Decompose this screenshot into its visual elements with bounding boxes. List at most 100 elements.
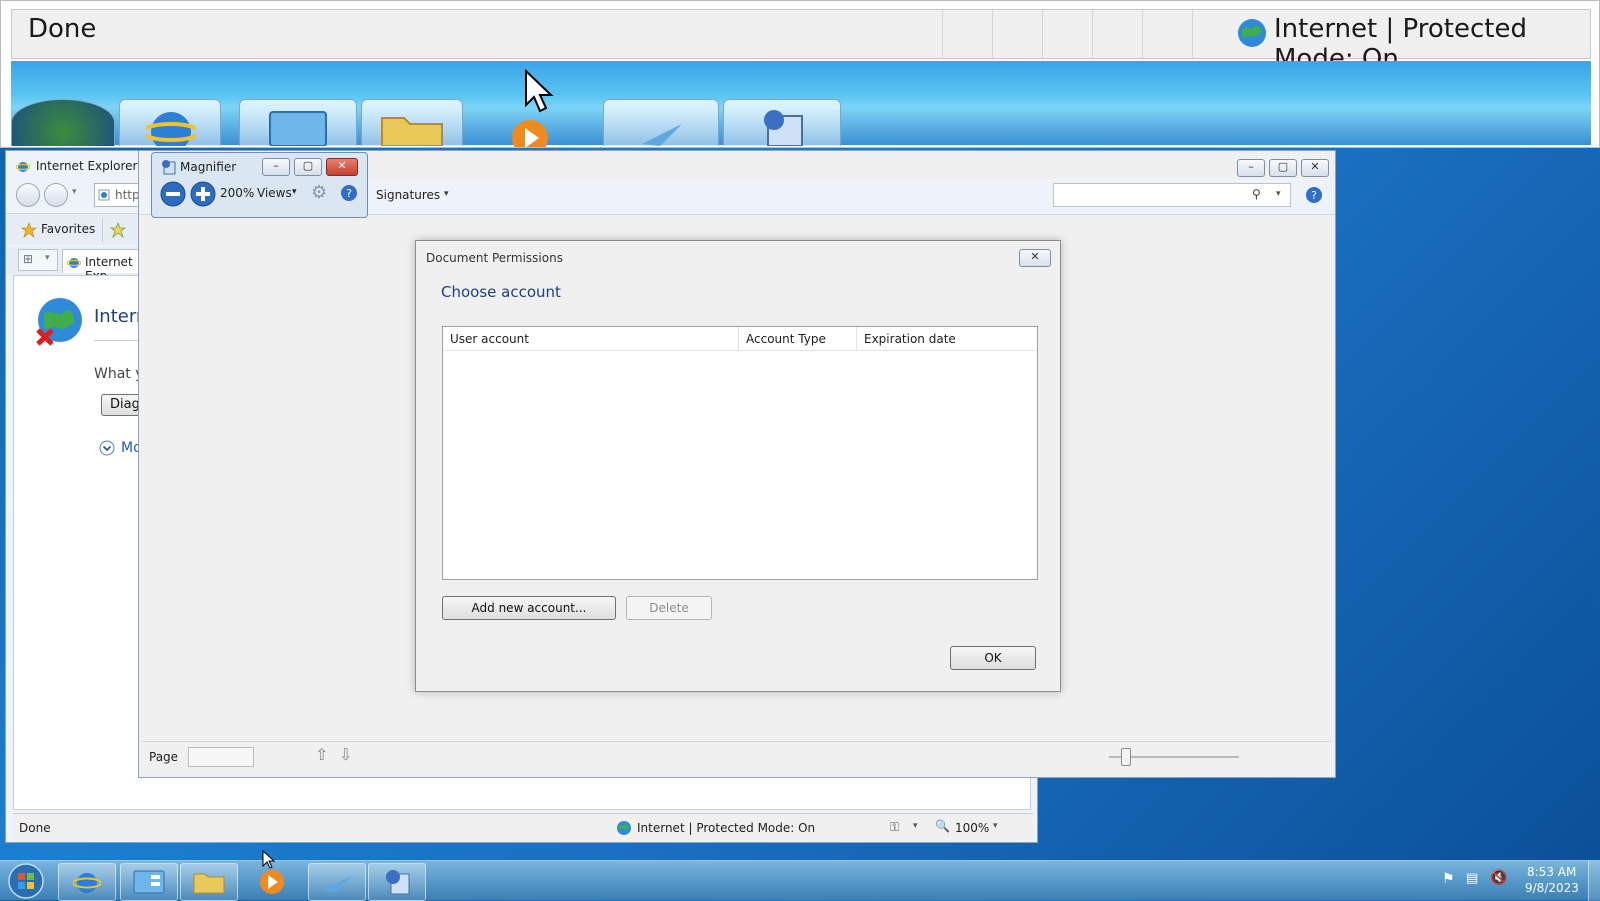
zoom-dropdown-icon[interactable]: ▾	[993, 821, 998, 831]
control-panel-icon	[269, 111, 327, 146]
signatures-menu[interactable]: Signatures	[376, 188, 440, 202]
dialog-heading: Choose account	[441, 283, 561, 301]
help-icon[interactable]: ?	[340, 184, 358, 202]
action-center-flag-icon[interactable]: ⚑	[1442, 871, 1455, 887]
paper-plane-icon	[322, 876, 352, 892]
zoom-icon: 🔍	[935, 819, 950, 833]
folder-icon	[381, 117, 443, 146]
magnifier-icon	[162, 160, 176, 175]
chevron-down-icon: ▾	[45, 253, 50, 263]
taskbar: ⚑ ▤ 🔇 8:53 AM 9/8/2023	[0, 860, 1600, 901]
magnifier-window: Magnifier – ▢ ✕ 200% Views ▾ ⚙ ?	[151, 152, 368, 218]
search-icon[interactable]: ⚲	[1252, 187, 1261, 201]
divider	[102, 218, 103, 242]
magnified-mouse-cursor	[525, 69, 554, 113]
folder-icon	[193, 873, 225, 894]
magnifier-view: Done Internet | Protected Mode: On	[0, 0, 1600, 148]
previous-page-icon[interactable]: ⇧	[315, 745, 328, 764]
dialog-title: Document Permissions	[426, 251, 563, 265]
taskbar-internet-explorer[interactable]	[58, 863, 116, 901]
quick-tabs-button[interactable]: ⊞ ▾	[18, 249, 58, 271]
magnified-explorer-button	[361, 99, 463, 146]
search-input[interactable]: ⚲ ▾	[1053, 183, 1291, 207]
internet-explorer-icon	[73, 873, 101, 893]
maximize-button[interactable]: ▢	[294, 158, 322, 176]
magnified-ie-button	[119, 99, 221, 146]
status-divider	[992, 10, 993, 58]
internet-explorer-icon	[67, 258, 81, 268]
delete-button[interactable]: Delete	[626, 596, 712, 620]
favorites-star-icon	[21, 222, 37, 238]
taskbar-mail[interactable]	[308, 863, 366, 901]
taskbar-magnifier[interactable]	[368, 863, 426, 901]
favorites-button[interactable]: Favorites	[41, 222, 95, 236]
clock-time[interactable]: 8:53 AM	[1527, 865, 1576, 879]
help-icon[interactable]: ?	[1305, 186, 1323, 204]
ie-status-bar: Done Internet | Protected Mode: On ⚿ ▾ 🔍…	[13, 813, 1033, 841]
minimize-button[interactable]: –	[262, 158, 290, 176]
globe-error-icon	[36, 298, 82, 346]
recent-pages-dropdown[interactable]: ▾	[72, 187, 77, 197]
error-prompt: What y	[94, 366, 144, 382]
back-button[interactable]	[16, 183, 40, 207]
close-button[interactable]: ✕	[1301, 159, 1329, 177]
gear-icon[interactable]: ⚙	[311, 182, 327, 203]
network-icon[interactable]: ▤	[1466, 871, 1478, 886]
status-divider	[1042, 10, 1043, 58]
address-text: http	[115, 188, 140, 202]
add-new-account-button[interactable]: Add new account...	[442, 596, 616, 620]
media-player-icon	[512, 120, 548, 147]
magnified-status-text: Done	[28, 14, 97, 44]
magnifier-icon	[386, 870, 410, 895]
taskbar-windows-explorer[interactable]	[180, 863, 238, 901]
magnifier-icon	[764, 110, 803, 146]
magnified-taskbar	[11, 61, 1591, 147]
clock-date[interactable]: 9/8/2023	[1525, 881, 1579, 895]
minimize-button[interactable]: –	[1237, 159, 1265, 177]
column-account-type[interactable]: Account Type	[739, 327, 857, 351]
globe-icon	[1238, 19, 1266, 47]
page-label: Page	[149, 750, 179, 764]
close-button[interactable]: ✕	[1019, 249, 1051, 267]
close-button[interactable]: ✕	[326, 158, 358, 176]
chevron-down-icon[interactable]: ▾	[913, 821, 918, 831]
status-divider	[1142, 10, 1143, 58]
status-zone: Internet | Protected Mode: On	[637, 821, 816, 835]
paper-plane-icon	[642, 124, 682, 146]
page-number-input[interactable]	[188, 747, 254, 767]
svg-text:?: ?	[1311, 189, 1317, 202]
zoom-slider-thumb[interactable]	[1121, 748, 1131, 766]
zoom-level[interactable]: 100%	[955, 821, 989, 835]
internet-explorer-icon	[146, 112, 196, 146]
start-button[interactable]	[6, 862, 46, 900]
lock-icon[interactable]: ⚿	[890, 820, 899, 835]
forward-button[interactable]	[44, 183, 68, 207]
media-player-icon[interactable]	[258, 866, 286, 896]
column-user-account[interactable]: User account	[443, 327, 739, 351]
zoom-in-icon[interactable]	[190, 181, 216, 207]
status-divider	[1192, 10, 1193, 58]
status-divider	[942, 10, 943, 58]
column-expiration-date[interactable]: Expiration date	[857, 327, 1037, 351]
zoom-out-icon[interactable]	[160, 181, 186, 207]
show-desktop-button[interactable]	[1588, 861, 1600, 901]
add-favorites-icon[interactable]	[110, 222, 126, 238]
volume-muted-icon[interactable]: 🔇	[1490, 870, 1507, 886]
chevron-down-icon[interactable]: ▾	[1276, 189, 1281, 199]
chevron-down-icon[interactable]: ▾	[292, 187, 297, 197]
magnifier-zoom-level: 200%	[220, 186, 255, 200]
taskbar-control-panel[interactable]	[120, 863, 178, 901]
ok-button[interactable]: OK	[950, 646, 1036, 670]
globe-icon	[617, 821, 631, 835]
svg-text:?: ?	[346, 187, 352, 200]
magnified-start-button	[11, 99, 115, 146]
views-menu[interactable]: Views	[257, 186, 292, 200]
magnifier-title: Magnifier	[180, 160, 237, 174]
chevron-down-icon[interactable]: ▾	[444, 189, 449, 199]
maximize-button[interactable]: ▢	[1269, 159, 1297, 177]
mouse-cursor	[262, 850, 276, 869]
expand-icon[interactable]	[99, 440, 115, 456]
account-list[interactable]: User account Account Type Expiration dat…	[442, 326, 1038, 580]
next-page-icon[interactable]: ⇩	[339, 745, 352, 764]
page-icon	[98, 189, 110, 201]
